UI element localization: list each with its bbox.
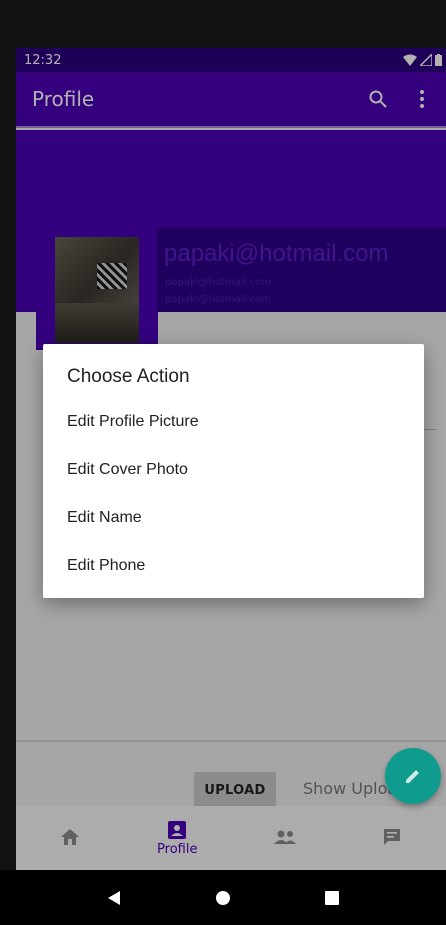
pencil-icon (406, 770, 419, 783)
home-circle-icon (215, 890, 230, 905)
dialog-item-edit-cover-photo[interactable]: Edit Cover Photo (67, 450, 407, 490)
home-button[interactable] (203, 878, 243, 918)
dialog-title: Choose Action (67, 366, 190, 387)
device-frame: 12:32 Profile papaki@hotmail.com papaki@… (0, 0, 446, 925)
system-navigation-bar (0, 870, 446, 925)
back-icon (108, 890, 121, 905)
app-screen: 12:32 Profile papaki@hotmail.com papaki@… (16, 48, 446, 870)
choose-action-dialog: Choose Action Edit Profile Picture Edit … (43, 344, 424, 598)
back-button[interactable] (94, 878, 134, 918)
dialog-item-edit-phone[interactable]: Edit Phone (67, 546, 407, 586)
recents-button[interactable] (312, 878, 352, 918)
dialog-item-edit-profile-picture[interactable]: Edit Profile Picture (67, 402, 407, 442)
dialog-item-edit-name[interactable]: Edit Name (67, 498, 407, 538)
recents-icon (324, 890, 339, 905)
edit-fab[interactable] (385, 748, 441, 804)
